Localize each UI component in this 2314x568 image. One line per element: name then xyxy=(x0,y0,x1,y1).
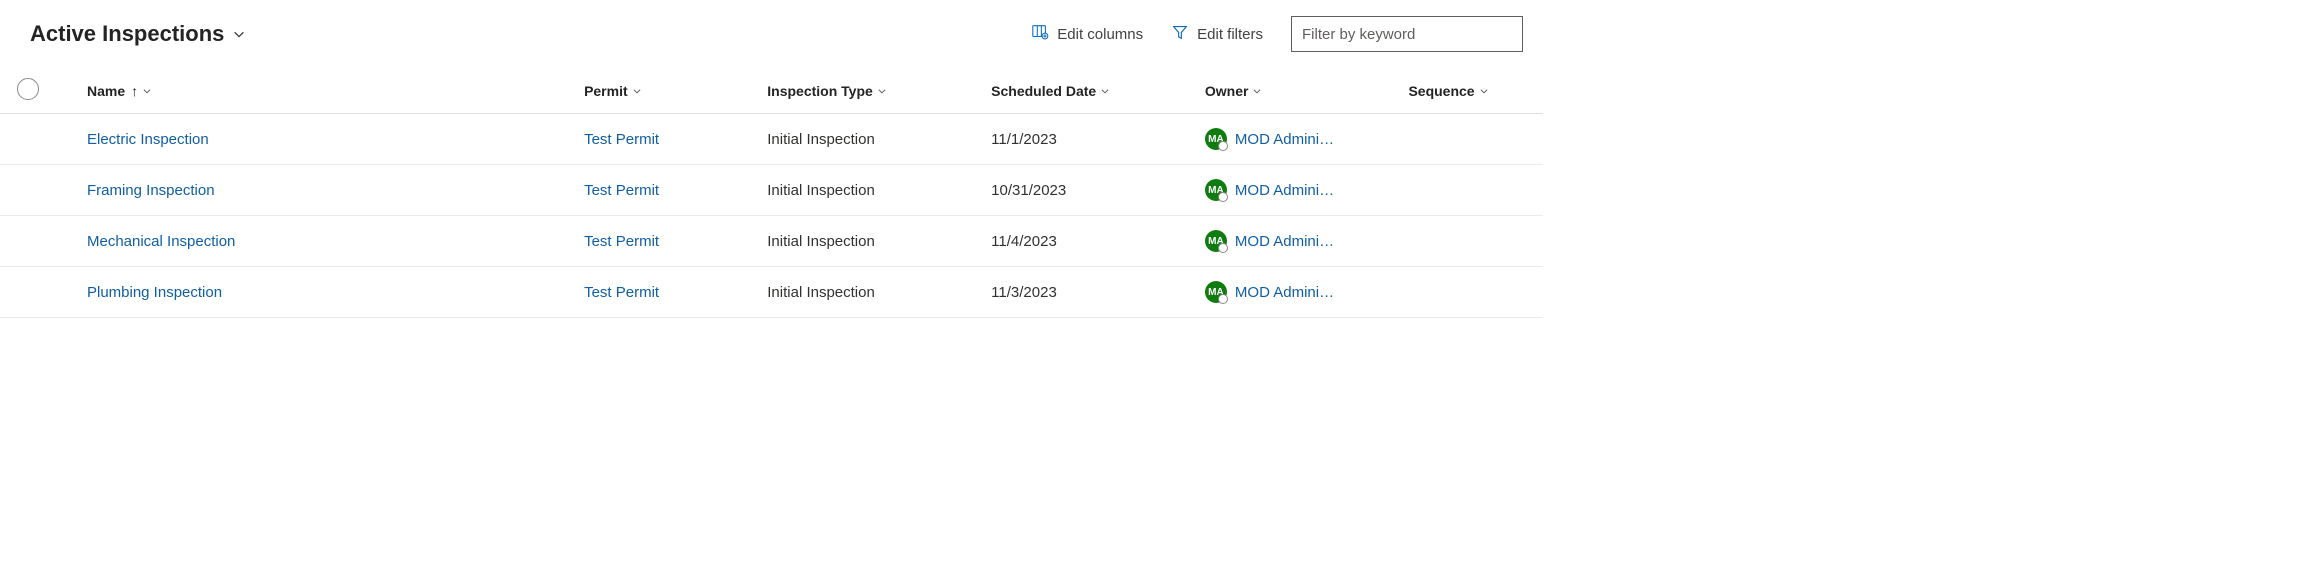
permit-link[interactable]: Test Permit xyxy=(584,233,659,250)
scheduled-date-text: 11/4/2023 xyxy=(991,233,1057,250)
owner-link[interactable]: MOD Admini… xyxy=(1235,182,1334,199)
chevron-down-icon xyxy=(1100,86,1110,96)
table-row[interactable]: Electric Inspection Test Permit Initial … xyxy=(0,114,1543,165)
chevron-down-icon xyxy=(1252,86,1262,96)
column-header-name[interactable]: Name ↑ xyxy=(57,68,576,114)
edit-columns-label: Edit columns xyxy=(1057,26,1143,43)
row-select-cell[interactable] xyxy=(0,267,57,318)
chevron-down-icon xyxy=(1479,86,1489,96)
column-label: Scheduled Date xyxy=(991,83,1096,99)
toolbar: Active Inspections Edit columns xyxy=(0,12,1543,68)
column-header-permit[interactable]: Permit xyxy=(576,68,759,114)
table-row[interactable]: Mechanical Inspection Test Permit Initia… xyxy=(0,216,1543,267)
table-row[interactable]: Framing Inspection Test Permit Initial I… xyxy=(0,165,1543,216)
column-header-inspection-type[interactable]: Inspection Type xyxy=(759,68,983,114)
owner-cell: MA MOD Admini… xyxy=(1205,230,1393,252)
select-all-circle[interactable] xyxy=(17,78,39,100)
inspection-type-text: Initial Inspection xyxy=(767,131,875,148)
avatar: MA xyxy=(1205,281,1227,303)
name-link[interactable]: Electric Inspection xyxy=(87,131,209,148)
name-link[interactable]: Mechanical Inspection xyxy=(87,233,235,250)
scheduled-date-text: 11/3/2023 xyxy=(991,284,1057,301)
edit-filters-label: Edit filters xyxy=(1197,26,1263,43)
owner-cell: MA MOD Admini… xyxy=(1205,128,1393,150)
column-label: Name xyxy=(87,83,125,99)
filter-input[interactable] xyxy=(1291,16,1523,52)
scheduled-date-text: 10/31/2023 xyxy=(991,182,1066,199)
column-header-sequence[interactable]: Sequence xyxy=(1400,68,1543,114)
select-all-header[interactable] xyxy=(0,68,57,114)
name-link[interactable]: Framing Inspection xyxy=(87,182,215,199)
column-label: Sequence xyxy=(1408,83,1474,99)
row-select-cell[interactable] xyxy=(0,165,57,216)
column-label: Permit xyxy=(584,83,628,99)
edit-columns-icon xyxy=(1031,23,1049,45)
owner-cell: MA MOD Admini… xyxy=(1205,179,1393,201)
avatar: MA xyxy=(1205,179,1227,201)
column-label: Inspection Type xyxy=(767,83,873,99)
filter-icon xyxy=(1171,23,1189,45)
inspection-type-text: Initial Inspection xyxy=(767,284,875,301)
inspection-type-text: Initial Inspection xyxy=(767,182,875,199)
owner-link[interactable]: MOD Admini… xyxy=(1235,131,1334,148)
owner-link[interactable]: MOD Admini… xyxy=(1235,284,1334,301)
avatar: MA xyxy=(1205,128,1227,150)
inspection-type-text: Initial Inspection xyxy=(767,233,875,250)
row-select-cell[interactable] xyxy=(0,114,57,165)
table-row[interactable]: Plumbing Inspection Test Permit Initial … xyxy=(0,267,1543,318)
owner-cell: MA MOD Admini… xyxy=(1205,281,1393,303)
chevron-down-icon xyxy=(877,86,887,96)
chevron-down-icon xyxy=(142,86,152,96)
chevron-down-icon xyxy=(632,86,642,96)
row-select-cell[interactable] xyxy=(0,216,57,267)
column-label: Owner xyxy=(1205,83,1249,99)
edit-columns-button[interactable]: Edit columns xyxy=(1031,23,1143,45)
permit-link[interactable]: Test Permit xyxy=(584,284,659,301)
scheduled-date-text: 11/1/2023 xyxy=(991,131,1057,148)
view-title: Active Inspections xyxy=(30,21,224,47)
permit-link[interactable]: Test Permit xyxy=(584,182,659,199)
header-row: Name ↑ Permit Inspection Type xyxy=(0,68,1543,114)
owner-link[interactable]: MOD Admini… xyxy=(1235,233,1334,250)
view-selector[interactable]: Active Inspections xyxy=(30,21,246,47)
avatar: MA xyxy=(1205,230,1227,252)
data-grid: Name ↑ Permit Inspection Type xyxy=(0,68,1543,318)
view-container: Active Inspections Edit columns xyxy=(0,0,1543,330)
edit-filters-button[interactable]: Edit filters xyxy=(1171,23,1263,45)
chevron-down-icon xyxy=(232,27,246,41)
name-link[interactable]: Plumbing Inspection xyxy=(87,284,222,301)
permit-link[interactable]: Test Permit xyxy=(584,131,659,148)
sort-ascending-icon: ↑ xyxy=(131,83,138,99)
column-header-owner[interactable]: Owner xyxy=(1197,68,1401,114)
column-header-scheduled-date[interactable]: Scheduled Date xyxy=(983,68,1197,114)
